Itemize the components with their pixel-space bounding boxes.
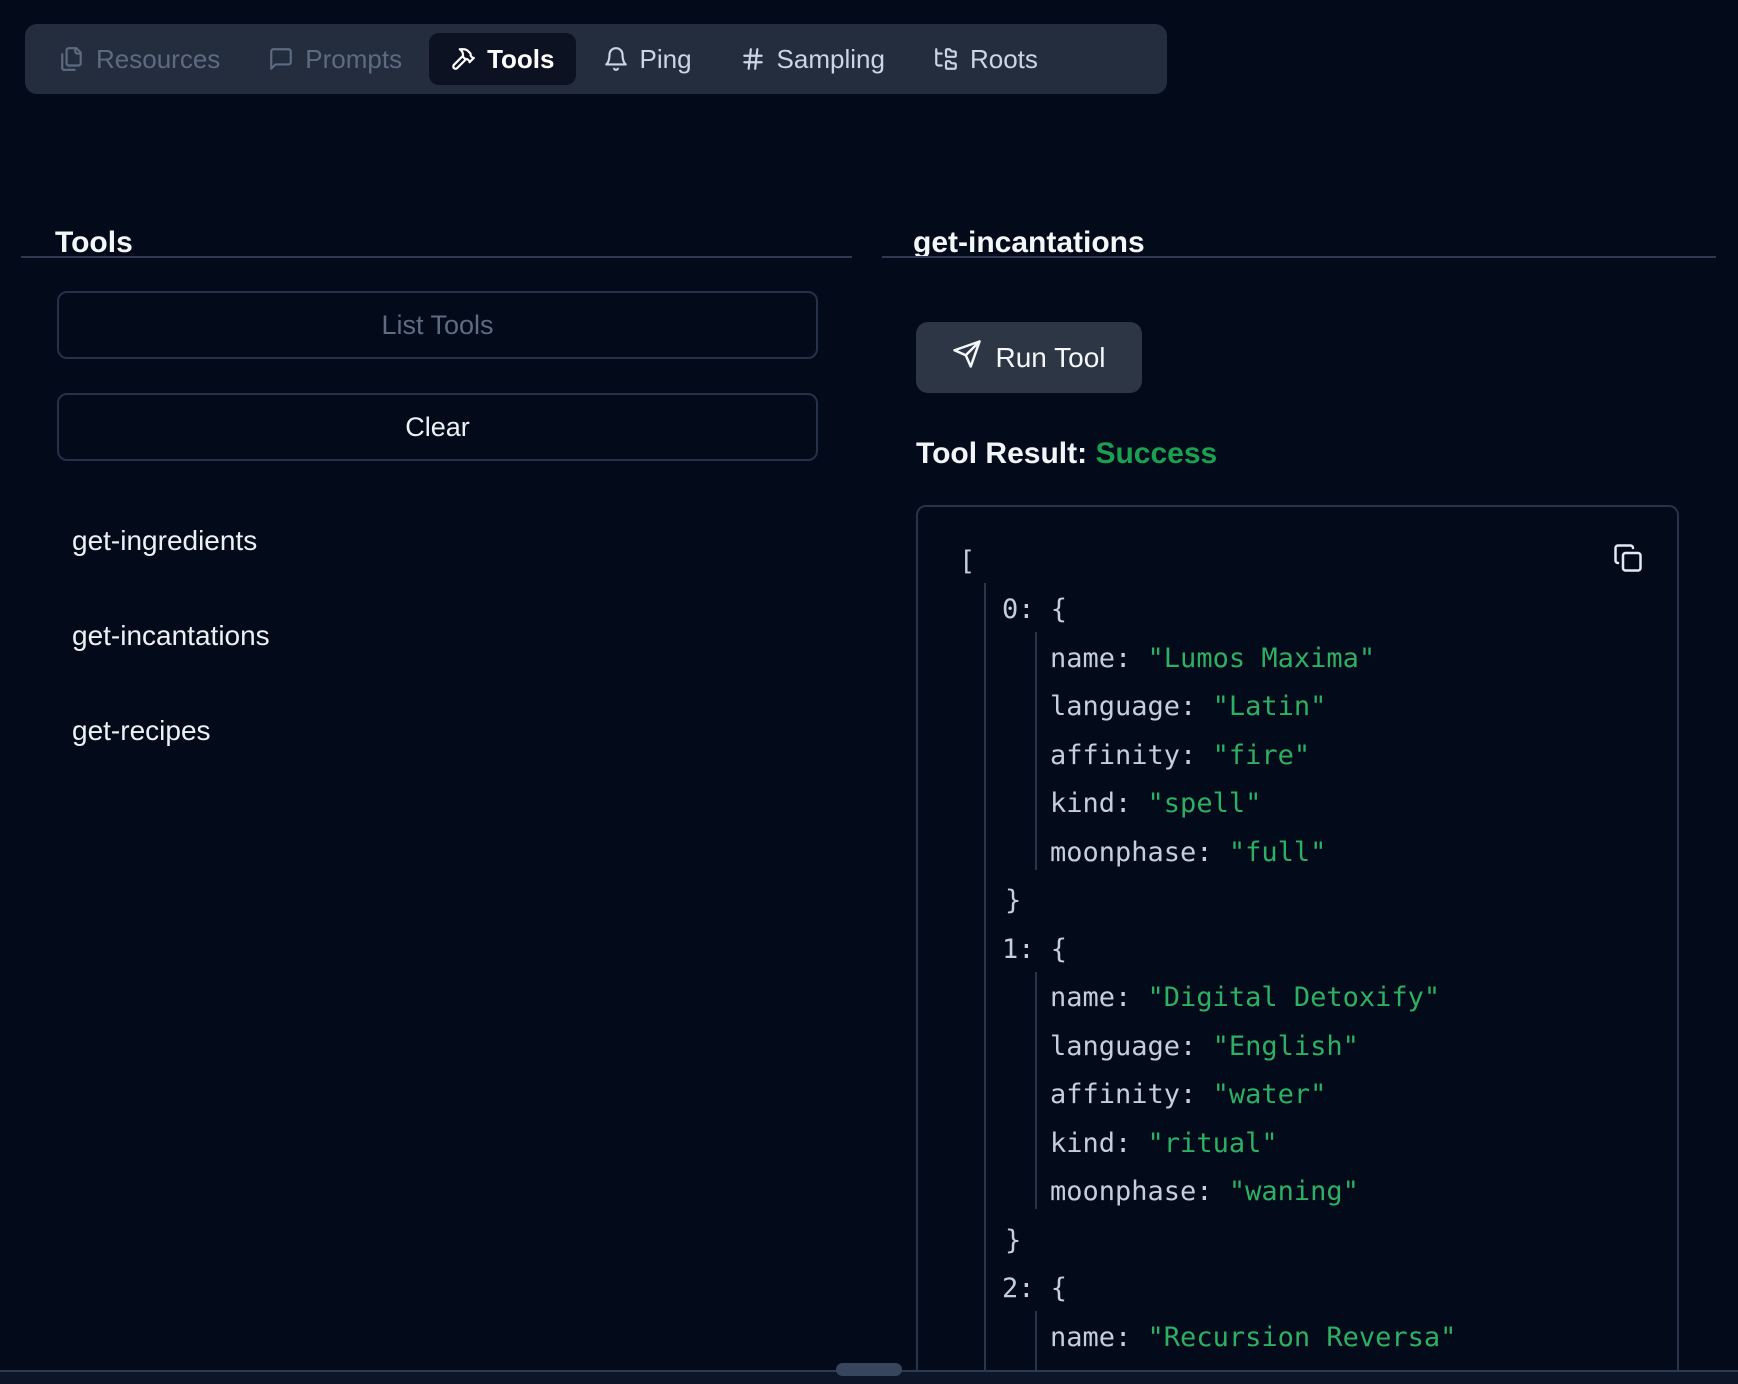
hash-icon	[740, 46, 766, 72]
json-row: 0: {	[918, 586, 1677, 635]
tool-result-line: Tool Result: Success	[916, 436, 1217, 472]
tab-label: Roots	[970, 44, 1038, 75]
copy-icon[interactable]	[1612, 543, 1644, 575]
panel-resize-handle[interactable]	[836, 1363, 902, 1376]
json-row: moonphase: "full"	[918, 828, 1677, 877]
message-square-icon	[268, 46, 294, 72]
json-row: kind: "ritual"	[918, 1119, 1677, 1168]
files-icon	[59, 46, 85, 72]
tab-label: Ping	[640, 44, 692, 75]
tool-list-item[interactable]: get-incantations	[72, 619, 270, 653]
json-row: language: "English"	[918, 1022, 1677, 1071]
json-row: 1: {	[918, 925, 1677, 974]
indent-guide	[984, 583, 986, 1384]
json-row: }	[918, 1216, 1677, 1265]
run-tool-label: Run Tool	[995, 342, 1105, 374]
tab-roots[interactable]: Roots	[912, 33, 1059, 85]
json-row: language: "Latin"	[918, 683, 1677, 732]
tab-label: Tools	[487, 44, 554, 75]
list-tools-button[interactable]: List Tools	[57, 291, 818, 359]
indent-guide	[1035, 632, 1037, 870]
folder-tree-icon	[933, 46, 959, 72]
tool-result-status: Success	[1095, 437, 1217, 470]
tab-tools[interactable]: Tools	[429, 33, 575, 85]
indent-guide	[1035, 972, 1037, 1210]
json-row: affinity: "water"	[918, 1071, 1677, 1120]
tab-sampling[interactable]: Sampling	[719, 33, 906, 85]
run-tool-button[interactable]: Run Tool	[916, 322, 1142, 393]
json-row: 2: {	[918, 1265, 1677, 1314]
json-row: affinity: "fire"	[918, 731, 1677, 780]
right-panel-divider	[882, 256, 1716, 258]
tool-result-label: Tool Result:	[916, 437, 1087, 470]
tab-label: Resources	[96, 44, 220, 75]
tab-ping[interactable]: Ping	[582, 33, 713, 85]
json-row: name: "Recursion Reversa"	[918, 1313, 1677, 1362]
json-row: name: "Lumos Maxima"	[918, 634, 1677, 683]
tool-result-json-box: [0: {name: "Lumos Maxima"language: "Lati…	[916, 505, 1679, 1384]
tool-list-item[interactable]: get-recipes	[72, 714, 211, 748]
hammer-icon	[450, 46, 476, 72]
json-row: [	[918, 537, 1677, 586]
json-row: kind: "spell"	[918, 780, 1677, 829]
json-row: name: "Digital Detoxify"	[918, 974, 1677, 1023]
json-tree: [0: {name: "Lumos Maxima"language: "Lati…	[918, 507, 1677, 1384]
mcp-inspector-app: { "nav": { "tabs": [ {"label": "Resource…	[0, 0, 1738, 1384]
left-panel-divider	[21, 256, 852, 258]
nav-tabbar: Resources Prompts Tools Ping Sampling Roots	[25, 24, 1167, 94]
tab-label: Sampling	[777, 44, 885, 75]
json-row: }	[918, 877, 1677, 926]
tab-prompts[interactable]: Prompts	[247, 33, 423, 85]
bell-icon	[603, 46, 629, 72]
send-icon	[952, 339, 982, 376]
tool-list-item[interactable]: get-ingredients	[72, 524, 257, 558]
tab-label: Prompts	[305, 44, 402, 75]
tab-resources[interactable]: Resources	[38, 33, 241, 85]
json-row: moonphase: "waning"	[918, 1168, 1677, 1217]
clear-button[interactable]: Clear	[57, 393, 818, 461]
